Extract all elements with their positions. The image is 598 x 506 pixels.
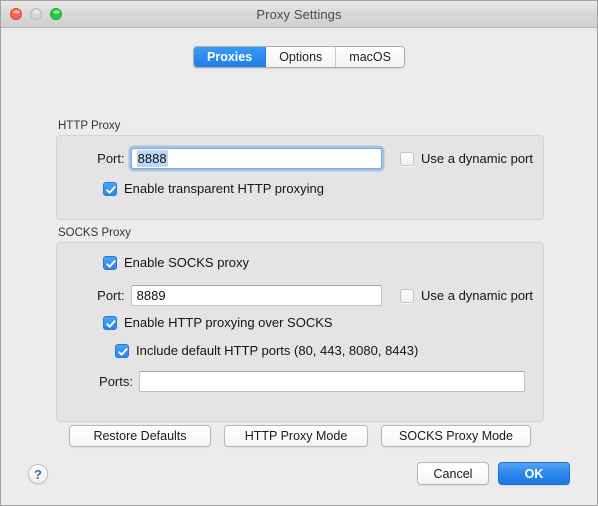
checkbox-checked-icon	[103, 182, 117, 196]
socks-proxy-group: SOCKS Proxy Enable SOCKS proxy Port	[56, 227, 544, 422]
socks-proxy-box: Enable SOCKS proxy Port: 8889 Use a dyna…	[56, 242, 544, 422]
http-port-row: Port: 8888 Use a dynamic port	[57, 148, 533, 169]
tab-macos[interactable]: macOS	[336, 47, 404, 67]
socks-enable-label: Enable SOCKS proxy	[124, 255, 249, 270]
proxy-settings-window: Proxy Settings Proxies Options macOS HTT…	[0, 0, 598, 506]
tab-options[interactable]: Options	[266, 47, 336, 67]
http-dynamic-port-checkbox[interactable]: Use a dynamic port	[400, 151, 533, 166]
socks-proxy-group-label: SOCKS Proxy	[56, 227, 544, 239]
http-transparent-label: Enable transparent HTTP proxying	[124, 181, 324, 196]
socks-enable-checkbox[interactable]: Enable SOCKS proxy	[103, 255, 249, 270]
default-ports-checkbox[interactable]: Include default HTTP ports (80, 443, 808…	[115, 343, 418, 358]
socks-port-row: Port: 8889 Use a dynamic port	[57, 285, 533, 306]
settings-content: HTTP Proxy Port: 8888 Use a dynamic port	[27, 80, 570, 505]
http-proxy-group: HTTP Proxy Port: 8888 Use a dynamic port	[56, 120, 544, 220]
ok-button[interactable]: OK	[498, 462, 570, 485]
http-transparent-checkbox[interactable]: Enable transparent HTTP proxying	[103, 181, 324, 196]
tab-bar: Proxies Options macOS	[1, 46, 597, 68]
ports-label: Ports:	[57, 374, 133, 389]
http-over-socks-label: Enable HTTP proxying over SOCKS	[124, 315, 333, 330]
checkbox-unchecked-icon	[400, 289, 414, 303]
http-port-input[interactable]: 8888	[131, 148, 382, 169]
title-bar: Proxy Settings	[1, 1, 597, 28]
checkbox-checked-icon	[115, 344, 129, 358]
dialog-footer: ? Cancel OK	[1, 452, 597, 505]
checkbox-checked-icon	[103, 316, 117, 330]
mode-button-bar: Restore Defaults HTTP Proxy Mode SOCKS P…	[56, 425, 544, 447]
http-proxy-mode-button[interactable]: HTTP Proxy Mode	[224, 425, 368, 447]
http-dynamic-port-label: Use a dynamic port	[421, 151, 533, 166]
http-port-label: Port:	[57, 151, 125, 166]
window-body: Proxies Options macOS HTTP Proxy Port: 8…	[1, 28, 597, 505]
help-button[interactable]: ?	[28, 464, 48, 484]
http-over-socks-checkbox[interactable]: Enable HTTP proxying over SOCKS	[103, 315, 333, 330]
restore-defaults-button[interactable]: Restore Defaults	[69, 425, 211, 447]
socks-port-value: 8889	[137, 288, 166, 303]
socks-enable-row: Enable SOCKS proxy	[103, 255, 249, 270]
socks-port-input[interactable]: 8889	[131, 285, 382, 306]
ports-row: Ports:	[57, 371, 533, 392]
http-proxy-box: Port: 8888 Use a dynamic port	[56, 135, 544, 220]
socks-dynamic-port-label: Use a dynamic port	[421, 288, 533, 303]
http-port-value: 8888	[137, 150, 168, 167]
default-ports-row: Include default HTTP ports (80, 443, 808…	[115, 343, 418, 358]
http-over-socks-row: Enable HTTP proxying over SOCKS	[103, 315, 333, 330]
dialog-action-buttons: Cancel OK	[417, 462, 570, 485]
checkbox-unchecked-icon	[400, 152, 414, 166]
checkbox-checked-icon	[103, 256, 117, 270]
socks-port-label: Port:	[57, 288, 125, 303]
ports-input[interactable]	[139, 371, 525, 392]
socks-dynamic-port-checkbox[interactable]: Use a dynamic port	[400, 288, 533, 303]
cancel-button[interactable]: Cancel	[417, 462, 489, 485]
socks-proxy-mode-button[interactable]: SOCKS Proxy Mode	[381, 425, 531, 447]
tab-group: Proxies Options macOS	[193, 46, 405, 68]
http-proxy-group-label: HTTP Proxy	[56, 120, 544, 132]
default-ports-label: Include default HTTP ports (80, 443, 808…	[136, 343, 418, 358]
window-title: Proxy Settings	[1, 1, 597, 28]
http-transparent-row: Enable transparent HTTP proxying	[103, 181, 324, 196]
tab-proxies[interactable]: Proxies	[194, 47, 266, 67]
